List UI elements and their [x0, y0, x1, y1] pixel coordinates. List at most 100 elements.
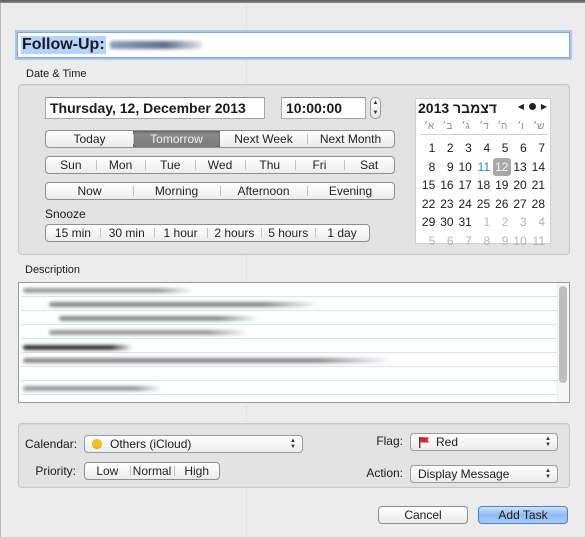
time-stepper[interactable]: ▲ ▼: [370, 97, 381, 119]
weekday-sun[interactable]: Sun: [46, 157, 96, 173]
calendar-day[interactable]: 28: [530, 195, 548, 214]
calendar-day[interactable]: 29: [420, 213, 438, 232]
calendar-day[interactable]: 31: [457, 213, 475, 232]
action-popup[interactable]: Display Message ▲ ▼: [410, 465, 558, 483]
snooze-1-hour[interactable]: 1 hour: [153, 225, 208, 241]
calendar-day[interactable]: 18: [475, 176, 493, 195]
snooze-2-hours[interactable]: 2 hours: [207, 225, 261, 241]
next-month-icon[interactable]: ▶: [541, 102, 547, 111]
time-of-day-selector: Now Morning Afternoon Evening: [45, 182, 395, 200]
calendar-day[interactable]: 6: [511, 139, 529, 158]
stepper-down-icon[interactable]: ▼: [373, 110, 379, 116]
calendar-day[interactable]: 13: [511, 158, 529, 177]
calendar-day[interactable]: 8: [420, 158, 438, 177]
date-input[interactable]: Thursday, 12, December 2013: [45, 97, 265, 119]
description-scrollbar[interactable]: [559, 286, 567, 383]
priority-normal[interactable]: Normal: [129, 463, 175, 479]
calendar-day[interactable]: 24: [457, 195, 475, 214]
go-to-today-icon[interactable]: [528, 103, 536, 110]
calendar-color-icon: [92, 439, 102, 449]
calendar-day[interactable]: 10: [457, 158, 475, 177]
priority-high[interactable]: High: [174, 463, 219, 479]
calendar-day[interactable]: 12: [493, 157, 512, 176]
quick-date-next-week[interactable]: Next Week: [220, 131, 307, 147]
calendar-day[interactable]: 25: [475, 195, 493, 214]
calendar-day[interactable]: 17: [457, 176, 475, 195]
time-of-day-morning[interactable]: Morning: [133, 183, 220, 199]
calendar-day[interactable]: 11: [475, 158, 493, 177]
priority-label: Priority:: [35, 464, 76, 478]
action-popup-value: Display Message: [418, 467, 510, 481]
stepper-up-icon[interactable]: ▲: [373, 100, 379, 106]
calendar-day[interactable]: 7: [530, 139, 548, 158]
weekday-mon[interactable]: Mon: [95, 157, 146, 173]
popup-arrows-icon: ▲ ▼: [545, 436, 551, 448]
calendar-day[interactable]: 2: [493, 213, 511, 232]
calendar-day[interactable]: 30: [438, 213, 456, 232]
flag-popup[interactable]: Red ▲ ▼: [410, 433, 558, 451]
snooze-5-hours[interactable]: 5 hours: [261, 225, 315, 241]
snooze-15-min[interactable]: 15 min: [46, 225, 100, 241]
calendar-day[interactable]: 1: [475, 213, 493, 232]
cancel-button[interactable]: Cancel: [378, 506, 468, 524]
calendar-day[interactable]: 16: [438, 176, 456, 195]
calendar-day[interactable]: 1: [420, 139, 438, 158]
weekday-sat[interactable]: Sat: [344, 157, 394, 173]
previous-month-icon[interactable]: ◀: [518, 102, 524, 111]
time-input[interactable]: 10:00:00: [281, 97, 366, 119]
calendar-day[interactable]: 8: [475, 232, 493, 251]
time-of-day-evening[interactable]: Evening: [307, 183, 394, 199]
date-time-label: Date & Time: [26, 68, 87, 80]
calendar-nav: ◀ ▶: [518, 102, 547, 111]
redacted-text-line: [49, 330, 249, 335]
calendar-day[interactable]: 3: [457, 139, 475, 158]
calendar-day[interactable]: 9: [438, 158, 456, 177]
flag-label: Flag:: [376, 434, 403, 448]
priority-low[interactable]: Low: [85, 463, 130, 479]
quick-date-next-month[interactable]: Next Month: [307, 131, 394, 147]
calendar-day[interactable]: 11: [530, 232, 548, 251]
time-of-day-now[interactable]: Now: [46, 183, 133, 199]
calendar-day[interactable]: 15: [420, 176, 438, 195]
weekday-thu[interactable]: Thu: [244, 157, 295, 173]
snooze-label: Snooze: [45, 207, 86, 221]
calendar-day[interactable]: 19: [493, 176, 511, 195]
calendar-day[interactable]: 5: [493, 139, 511, 158]
calendar-day[interactable]: 20: [511, 176, 529, 195]
calendar-day[interactable]: 27: [511, 195, 529, 214]
calendar-day[interactable]: 14: [530, 158, 548, 177]
mini-calendar: דצמבר 2013 ◀ ▶ א׳ ב׳ ג׳ ד׳ ה׳ ו׳ ש׳ 1234567891…: [415, 98, 551, 248]
calendar-day[interactable]: 7: [457, 232, 475, 251]
ruled-line: [21, 338, 557, 339]
add-task-button[interactable]: Add Task: [478, 506, 568, 524]
calendar-day[interactable]: 3: [511, 213, 529, 232]
quick-date-today[interactable]: Today: [46, 131, 133, 147]
calendar-day[interactable]: 26: [493, 195, 511, 214]
weekday-wed[interactable]: Wed: [195, 157, 245, 173]
priority-selector: Low Normal High: [84, 462, 220, 480]
ruled-line: [21, 394, 557, 395]
calendar-day[interactable]: 5: [420, 232, 438, 251]
calendar-day[interactable]: 21: [530, 176, 548, 195]
calendar-day[interactable]: 22: [420, 195, 438, 214]
weekday-fri[interactable]: Fri: [294, 157, 345, 173]
calendar-popup[interactable]: Others (iCloud) ▲ ▼: [84, 435, 303, 453]
time-of-day-afternoon[interactable]: Afternoon: [220, 183, 307, 199]
calendar-day[interactable]: 4: [475, 139, 493, 158]
weekday-tue[interactable]: Tue: [145, 157, 195, 173]
task-title-input[interactable]: Follow-Up:: [17, 32, 570, 58]
description-textarea[interactable]: [18, 282, 570, 403]
calendar-day[interactable]: 2: [438, 139, 456, 158]
calendar-weekday: ב׳: [442, 121, 453, 132]
calendar-day[interactable]: 10: [511, 232, 529, 251]
calendar-day[interactable]: 6: [438, 232, 456, 251]
calendar-day[interactable]: 23: [438, 195, 456, 214]
red-flag-icon: [419, 437, 429, 448]
ruled-line: [21, 380, 557, 381]
quick-date-tomorrow[interactable]: Tomorrow: [133, 131, 220, 147]
calendar-day[interactable]: 4: [530, 213, 548, 232]
snooze-1-day[interactable]: 1 day: [315, 225, 369, 241]
calendar-day[interactable]: 9: [493, 232, 511, 251]
snooze-30-min[interactable]: 30 min: [99, 225, 154, 241]
calendar-label: Calendar:: [25, 437, 78, 451]
